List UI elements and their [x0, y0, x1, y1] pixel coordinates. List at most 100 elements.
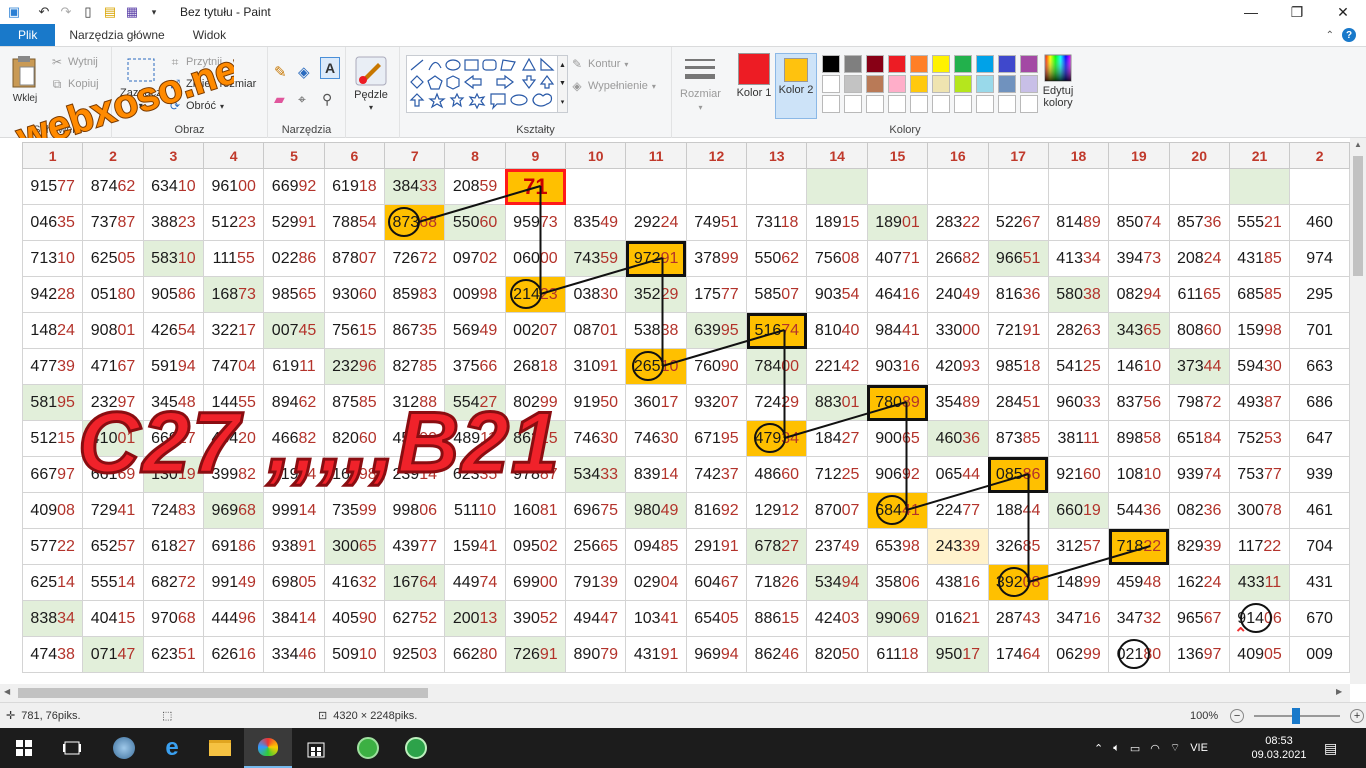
- palette-swatch[interactable]: [822, 95, 840, 113]
- palette-swatch[interactable]: [954, 75, 972, 93]
- copy-button[interactable]: ⧉ Kopiuj: [50, 77, 99, 91]
- notifications-button[interactable]: ▤: [1324, 728, 1337, 768]
- table-cell: 09702: [444, 240, 506, 277]
- scroll-up-icon[interactable]: ▲: [1354, 140, 1362, 149]
- table-cell: 20859: [444, 168, 506, 205]
- new-file-icon[interactable]: ▯: [80, 4, 96, 20]
- horizontal-scrollbar[interactable]: ◀ ▶: [0, 684, 1350, 702]
- scroll-right-icon[interactable]: ▶: [1336, 687, 1342, 696]
- canvas[interactable]: 1 2 3 4 5 6 7 8 9 10 11 12 13 14 15 16 17 18 19 20 21 2 91577…: [0, 138, 1350, 684]
- language-indicator[interactable]: VIE: [1190, 742, 1208, 754]
- magnifier-icon[interactable]: ⚲: [322, 91, 332, 108]
- table-cell: 97068: [142, 600, 205, 637]
- volume-icon[interactable]: 🔈︎: [1113, 742, 1120, 755]
- table-row: 14824 90801 42654 32217 00745 75615 86735 56949…: [21, 312, 1350, 349]
- palette-swatch[interactable]: [910, 75, 928, 93]
- minimize-button[interactable]: —: [1228, 0, 1274, 24]
- taskbar-app-green-1[interactable]: [344, 728, 392, 768]
- task-view-button[interactable]: [48, 728, 96, 768]
- taskbar-app-edge[interactable]: e: [148, 728, 196, 768]
- palette-swatch[interactable]: [976, 55, 994, 73]
- palette-swatch[interactable]: [844, 95, 862, 113]
- vertical-scroll-thumb[interactable]: [1353, 156, 1363, 276]
- palette-swatch[interactable]: [844, 75, 862, 93]
- palette-swatch[interactable]: [932, 75, 950, 93]
- palette-swatch[interactable]: [932, 55, 950, 73]
- redo-icon[interactable]: ↷: [58, 4, 74, 20]
- open-file-icon[interactable]: ▤: [102, 4, 118, 20]
- zoom-out-button[interactable]: −: [1230, 708, 1245, 723]
- edit-colors-button[interactable]: Edytuj kolory: [1036, 53, 1080, 109]
- palette-swatch[interactable]: [998, 95, 1016, 113]
- palette-swatch[interactable]: [888, 75, 906, 93]
- scroll-left-icon[interactable]: ◀: [4, 687, 10, 696]
- maximize-button[interactable]: ❐: [1274, 0, 1320, 24]
- color1-button[interactable]: Kolor 1: [734, 53, 774, 119]
- scroll-top-icon[interactable]: ⌃: [1234, 624, 1252, 643]
- tab-file[interactable]: Plik: [0, 24, 56, 46]
- palette-swatch[interactable]: [822, 55, 840, 73]
- zoom-slider[interactable]: [1254, 707, 1341, 724]
- quick-access-dropdown-icon[interactable]: ▾: [146, 4, 162, 20]
- text-tool-icon[interactable]: A: [320, 57, 340, 79]
- table-cell: 94228: [21, 276, 84, 313]
- zoom-slider-thumb[interactable]: [1292, 707, 1301, 724]
- fill-button[interactable]: ◈ Wypełnienie ▾: [570, 79, 655, 93]
- vertical-scrollbar[interactable]: ▲: [1350, 138, 1366, 684]
- undo-icon[interactable]: ↶: [36, 4, 52, 20]
- color2-button[interactable]: Kolor 2: [775, 53, 817, 119]
- cut-button[interactable]: ✂ Wytnij: [50, 55, 98, 69]
- palette-swatch[interactable]: [998, 75, 1016, 93]
- tab-view[interactable]: Widok: [179, 24, 240, 46]
- table-cell: 704: [1289, 528, 1350, 565]
- taskbar-app-explorer[interactable]: [196, 728, 244, 768]
- palette-swatch[interactable]: [998, 55, 1016, 73]
- ribbon-collapse-icon[interactable]: ⌃: [1326, 30, 1334, 41]
- palette-swatch[interactable]: [910, 55, 928, 73]
- eraser-icon[interactable]: ▰: [274, 91, 285, 108]
- palette-swatch[interactable]: [844, 55, 862, 73]
- save-icon[interactable]: ▦: [124, 4, 140, 20]
- palette-swatch[interactable]: [888, 95, 906, 113]
- palette-swatch[interactable]: [932, 95, 950, 113]
- shapes-gallery-scroll[interactable]: ▲ ▼ ▾: [558, 55, 568, 113]
- outline-button[interactable]: ✎ Kontur ▾: [570, 57, 628, 71]
- palette-swatch[interactable]: [866, 55, 884, 73]
- palette-swatch[interactable]: [954, 95, 972, 113]
- zoom-in-button[interactable]: +: [1350, 708, 1365, 723]
- start-button[interactable]: [0, 728, 48, 768]
- tray-chevron-icon[interactable]: ⌃: [1094, 742, 1103, 755]
- palette-swatch[interactable]: [888, 55, 906, 73]
- palette-swatch[interactable]: [866, 95, 884, 113]
- resize-button[interactable]: ⤢ Zmień rozmiar: [168, 77, 256, 91]
- horizontal-scroll-thumb[interactable]: [18, 688, 428, 698]
- size-button[interactable]: Rozmiar ▾: [680, 55, 721, 112]
- tab-home[interactable]: Narzędzia główne: [55, 24, 178, 46]
- clock[interactable]: 08:53 09.03.2021: [1251, 728, 1306, 768]
- palette-swatch[interactable]: [866, 75, 884, 93]
- color-picker-icon[interactable]: ⌖: [298, 91, 306, 108]
- battery-icon[interactable]: ▭: [1130, 742, 1140, 755]
- fill-bucket-icon[interactable]: ◈: [298, 63, 310, 81]
- taskbar-app-store[interactable]: [292, 728, 340, 768]
- table-cell: 04635: [21, 204, 84, 241]
- crop-button[interactable]: ⌗ Przytnij: [168, 55, 222, 69]
- close-button[interactable]: ✕: [1320, 0, 1366, 24]
- palette-swatch[interactable]: [954, 55, 972, 73]
- help-button[interactable]: ?: [1342, 28, 1356, 42]
- network-icon[interactable]: ◠: [1150, 742, 1160, 755]
- shapes-gallery[interactable]: [406, 55, 558, 113]
- taskbar-app-globe[interactable]: [100, 728, 148, 768]
- palette-swatch[interactable]: [976, 95, 994, 113]
- wifi-icon[interactable]: ⌔: [1170, 741, 1180, 755]
- rotate-button[interactable]: ⟳ Obróć ▾: [168, 99, 224, 113]
- palette-swatch[interactable]: [910, 95, 928, 113]
- pencil-icon[interactable]: ✎: [274, 63, 287, 81]
- taskbar-app-green-2[interactable]: [392, 728, 440, 768]
- select-button[interactable]: Zaznacz ▾: [120, 55, 162, 110]
- paste-button[interactable]: Wklej: [10, 55, 40, 104]
- brushes-button[interactable]: Pędzle ▾: [354, 55, 388, 112]
- palette-swatch[interactable]: [822, 75, 840, 93]
- taskbar-app-paint[interactable]: [244, 728, 292, 768]
- palette-swatch[interactable]: [976, 75, 994, 93]
